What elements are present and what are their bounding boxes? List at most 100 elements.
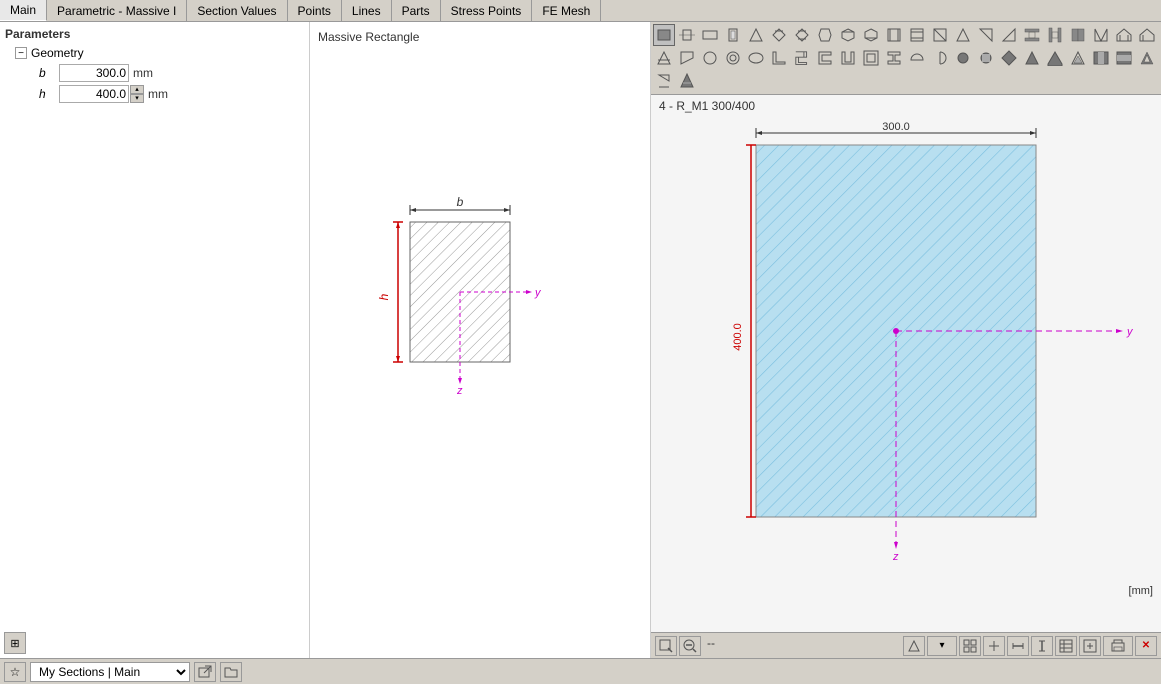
icon-shape-40[interactable] xyxy=(1067,47,1089,69)
svg-text:300.0: 300.0 xyxy=(882,121,910,133)
status-dash: -- xyxy=(703,636,719,656)
right-drawing: 300.0 400.0 y z xyxy=(651,117,1161,597)
icon-shape-11[interactable] xyxy=(883,24,905,46)
icon-shape-23[interactable] xyxy=(653,47,675,69)
section-icon-button[interactable]: ⊞ xyxy=(4,632,26,654)
param-b-label: b xyxy=(39,66,59,80)
icon-shape-10[interactable] xyxy=(860,24,882,46)
param-b-unit: mm xyxy=(133,66,153,80)
icon-shape-44[interactable] xyxy=(653,70,675,92)
icon-shape-24[interactable] xyxy=(676,47,698,69)
icon-i-shape[interactable] xyxy=(883,47,905,69)
icon-u-shape[interactable] xyxy=(837,47,859,69)
icon-circle-black[interactable] xyxy=(952,47,974,69)
measure-button[interactable] xyxy=(1007,636,1029,656)
close-button[interactable]: ✕ xyxy=(1135,636,1157,656)
icon-shape-43[interactable] xyxy=(1136,47,1158,69)
icon-shape-17[interactable] xyxy=(1021,24,1043,46)
mm-label: [mm] xyxy=(1129,585,1153,597)
measure-button-2[interactable] xyxy=(1031,636,1053,656)
tab-parametric[interactable]: Parametric - Massive I xyxy=(47,0,187,21)
icon-box-shape[interactable] xyxy=(860,47,882,69)
view-button-1[interactable] xyxy=(903,636,925,656)
params-header: Parameters xyxy=(5,27,304,41)
center-drawing: b h y z xyxy=(310,22,620,602)
section-dropdown[interactable]: My Sections | Main xyxy=(30,662,190,682)
main-layout: Parameters − Geometry b mm h ▴ ▾ xyxy=(0,22,1161,658)
tab-bar: Main Parametric - Massive I Section Valu… xyxy=(0,0,1161,22)
collapse-button[interactable]: − xyxy=(15,47,27,59)
icon-shape-20[interactable] xyxy=(1090,24,1112,46)
axis-button[interactable] xyxy=(983,636,1005,656)
param-b-input[interactable] xyxy=(59,64,129,82)
grid-button[interactable] xyxy=(959,636,981,656)
icon-circle-hollow[interactable] xyxy=(722,47,744,69)
icon-shape-7[interactable] xyxy=(791,24,813,46)
add-section-button[interactable]: ☆ xyxy=(4,662,26,682)
tab-lines[interactable]: Lines xyxy=(342,0,392,21)
icon-shape-38[interactable] xyxy=(1021,47,1043,69)
icon-shape-21[interactable] xyxy=(1113,24,1135,46)
icon-shape-16[interactable] xyxy=(998,24,1020,46)
svg-text:z: z xyxy=(892,551,899,563)
icon-shape-18[interactable] xyxy=(1044,24,1066,46)
table-button[interactable] xyxy=(1055,636,1077,656)
icon-oval[interactable] xyxy=(745,47,767,69)
param-h-unit: mm xyxy=(148,87,168,101)
icon-shape-41[interactable] xyxy=(1090,47,1112,69)
svg-text:h: h xyxy=(377,293,391,300)
icon-shape-12[interactable] xyxy=(906,24,928,46)
left-panel: Parameters − Geometry b mm h ▴ ▾ xyxy=(0,22,310,658)
icon-shape-5[interactable] xyxy=(745,24,767,46)
svg-text:400.0: 400.0 xyxy=(732,323,744,351)
icon-rect-solid[interactable] xyxy=(653,24,675,46)
spin-down-button[interactable]: ▾ xyxy=(130,94,144,103)
icon-shape-3[interactable] xyxy=(699,24,721,46)
print-dropdown[interactable] xyxy=(1103,636,1133,656)
tab-section-values[interactable]: Section Values xyxy=(187,0,287,21)
icon-shape-39[interactable] xyxy=(1044,47,1066,69)
icon-shape-4[interactable] xyxy=(722,24,744,46)
tab-stress-points[interactable]: Stress Points xyxy=(441,0,533,21)
icon-shape-19[interactable] xyxy=(1067,24,1089,46)
folder-button[interactable] xyxy=(220,662,242,682)
tab-main[interactable]: Main xyxy=(0,0,47,21)
section-label: 4 - R_M1 300/400 xyxy=(651,95,1161,117)
icon-shape-45[interactable] xyxy=(676,70,698,92)
zoom-extent-button[interactable] xyxy=(655,636,677,656)
icon-shape-36[interactable] xyxy=(975,47,997,69)
icon-shape-15[interactable] xyxy=(975,24,997,46)
icon-l-shape[interactable] xyxy=(768,47,790,69)
icon-shape-14[interactable] xyxy=(952,24,974,46)
param-h-input[interactable] xyxy=(59,85,129,103)
spin-up-button[interactable]: ▴ xyxy=(130,85,144,94)
param-h-spinner: ▴ ▾ xyxy=(130,85,144,103)
icon-shape-2[interactable] xyxy=(676,24,698,46)
tab-parts[interactable]: Parts xyxy=(392,0,441,21)
icon-half-circle[interactable] xyxy=(929,47,951,69)
right-status-right: ▾ xyxy=(903,636,1157,656)
icon-shape-6[interactable] xyxy=(768,24,790,46)
icon-shape-13[interactable] xyxy=(929,24,951,46)
icon-shape-9[interactable] xyxy=(837,24,859,46)
icon-circle[interactable] xyxy=(699,47,721,69)
dropdown-view[interactable]: ▾ xyxy=(927,636,957,656)
icon-shape-8[interactable] xyxy=(814,24,836,46)
icon-semicircle[interactable] xyxy=(906,47,928,69)
svg-text:y: y xyxy=(1126,326,1134,338)
param-row-b: b mm xyxy=(39,64,304,82)
svg-text:z: z xyxy=(456,385,463,397)
icon-shape-22[interactable] xyxy=(1136,24,1158,46)
icon-c-shape[interactable] xyxy=(814,47,836,69)
icon-shape-42[interactable] xyxy=(1113,47,1135,69)
status-left: ☆ My Sections | Main xyxy=(0,662,246,682)
geometry-group: − Geometry b mm h ▴ ▾ mm xyxy=(15,46,304,103)
icon-z-shape[interactable] xyxy=(791,47,813,69)
right-canvas: 300.0 400.0 y z [mm] xyxy=(651,117,1161,632)
zoom-out-button[interactable] xyxy=(679,636,701,656)
icon-shape-37[interactable] xyxy=(998,47,1020,69)
new-window-button[interactable] xyxy=(194,662,216,682)
tab-points[interactable]: Points xyxy=(288,0,342,21)
tab-fe-mesh[interactable]: FE Mesh xyxy=(532,0,601,21)
export-button[interactable] xyxy=(1079,636,1101,656)
